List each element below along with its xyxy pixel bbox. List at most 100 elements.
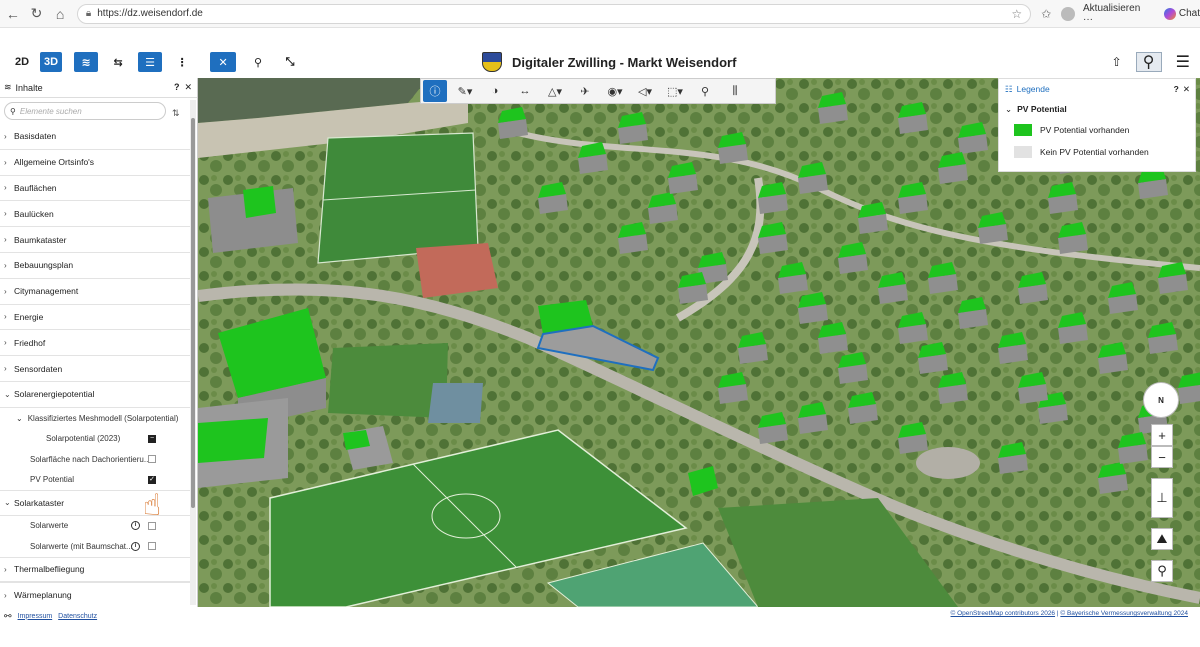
legend-close-icon[interactable]: ✕ xyxy=(1183,84,1190,95)
sidebar-item[interactable]: › Sensordaten xyxy=(0,356,190,382)
contents-sidebar: ≋ Inhalte ? ✕ ⚲ Elemente suchen ⇅ › Basisd… xyxy=(0,78,198,609)
flight-icon[interactable]: ✈ xyxy=(573,80,597,102)
layer-checkbox[interactable]: ✓ xyxy=(148,475,156,484)
menu-icon[interactable]: ☰ xyxy=(1176,52,1190,72)
overview-icon[interactable]: ⛰ xyxy=(1151,528,1173,550)
info-icon[interactable]: i xyxy=(131,521,140,531)
search-input[interactable]: ⚲ Elemente suchen xyxy=(4,102,166,120)
scrollbar-thumb[interactable] xyxy=(191,118,195,508)
legend-section[interactable]: ⌄ PV Potential xyxy=(999,99,1195,119)
sidebar-scrollbar[interactable] xyxy=(190,100,196,605)
compass-icon[interactable]: N xyxy=(1143,382,1179,418)
sidebar-item[interactable]: › Bebauungsplan xyxy=(0,253,190,279)
clipping-icon[interactable]: ⬚▾ xyxy=(663,80,687,102)
legend-item-label: Kein PV Potential vorhanden xyxy=(1040,147,1149,157)
share-icon[interactable]: ⇧ xyxy=(1112,55,1122,69)
sidebar-item-label: Sensordaten xyxy=(14,363,63,374)
zoom-in-button[interactable]: + xyxy=(1151,424,1173,446)
legend-help-icon[interactable]: ? xyxy=(1174,84,1179,95)
chevron-right-icon: › xyxy=(4,312,7,322)
chevron-right-icon: › xyxy=(4,590,7,600)
impressum-link[interactable]: Impressum xyxy=(18,613,53,620)
info-icon[interactable]: ⓘ xyxy=(423,80,447,102)
measure-area-icon[interactable]: △▾ xyxy=(543,80,567,102)
sidebar-item[interactable]: › Allgemeine Ortsinfo's xyxy=(0,150,190,176)
sidebar-item[interactable]: › Energie xyxy=(0,305,190,331)
search-icon[interactable]: ⚲ xyxy=(1135,52,1162,72)
chevron-right-icon: › xyxy=(4,364,7,374)
mode-3d-button[interactable]: 3D xyxy=(40,52,63,72)
draw-tool-icon[interactable]: ✎▾ xyxy=(453,80,477,102)
expand-arrows-icon[interactable]: ⤡ xyxy=(280,52,300,72)
chat-button[interactable]: Chat xyxy=(1163,7,1200,20)
sidebar-subitem[interactable]: PV Potential ✓ xyxy=(0,469,190,490)
sidebar-title: Inhalte xyxy=(15,82,43,93)
sidebar-subitem-label: PV Potential xyxy=(30,475,75,485)
header-tools: ⇧ ⚲ ☰ xyxy=(1112,52,1190,72)
layer-checkbox[interactable]: − xyxy=(148,434,156,443)
map-attribution: © OpenStreetMap contributors 2026 | © Ba… xyxy=(950,610,1188,617)
help-icon[interactable]: ? xyxy=(174,82,180,93)
sidebar-item-label: Citymanagement xyxy=(14,286,79,297)
reload-icon[interactable]: ↻ xyxy=(26,3,48,25)
osm-attribution[interactable]: © OpenStreetMap contributors 2026 xyxy=(951,610,1056,617)
sidebar-subitem[interactable]: Solarfläche nach Dachorientieru... xyxy=(0,449,190,470)
sidebar-item-label: Bauflächen xyxy=(14,182,57,193)
sidebar-item[interactable]: › Bauflächen xyxy=(0,176,190,202)
sidebar-subitem[interactable]: Solarwerte i xyxy=(0,516,190,537)
layer-checkbox[interactable] xyxy=(148,521,156,530)
sidebar-item-label: Friedhof xyxy=(14,337,46,348)
datenschutz-link[interactable]: Datenschutz xyxy=(58,613,97,620)
sidebar-subitem[interactable]: ⌄ Klassifiziertes Meshmodell (Solarpotent… xyxy=(0,408,190,429)
profile-avatar[interactable] xyxy=(1061,6,1075,21)
zoom-out-button[interactable]: − xyxy=(1151,446,1173,468)
sidebar-subitem[interactable]: Solarwerte (mit Baumschat... i xyxy=(0,536,190,557)
sidebar-item[interactable]: › Friedhof xyxy=(0,330,190,357)
locate-icon[interactable]: ⚲ xyxy=(1151,560,1173,582)
sidebar-item[interactable]: › Baulücken xyxy=(0,201,190,228)
chevron-right-icon: › xyxy=(4,235,7,245)
home-icon[interactable]: ⌂ xyxy=(49,3,71,25)
close-icon[interactable]: ✕ xyxy=(184,82,192,93)
browser-bar: ← ↻ ⌂ 🔒︎ https://dz.weisendorf.de ☆ ✩ Ak… xyxy=(0,0,1200,28)
layer-checkbox[interactable] xyxy=(148,455,156,464)
map-book-icon[interactable]: ⇆ xyxy=(108,52,128,72)
sidebar-item[interactable]: › Baumkataster xyxy=(0,227,190,253)
profile-tool-icon[interactable]: ⫼ xyxy=(723,80,747,102)
legend-panel: ☷ Legende ? ✕ ⌄ PV Potential PV Potential… xyxy=(998,78,1196,172)
shadow-icon[interactable]: ◑ xyxy=(483,80,507,102)
sidebar-item[interactable]: › Citymanagement xyxy=(0,279,190,305)
measure-distance-icon[interactable]: ↔ xyxy=(513,80,537,102)
pin-tool-icon[interactable]: ⚲ xyxy=(693,80,717,102)
tools-icon[interactable]: ✕ xyxy=(210,52,237,72)
sidebar-item[interactable]: › Thermalbefliegung xyxy=(0,556,190,583)
mode-2d-button[interactable]: 2D xyxy=(12,52,32,72)
legend-title: Legende xyxy=(1016,84,1050,94)
sidebar-item[interactable]: ⌄ Solarenergiepotential xyxy=(0,382,190,408)
layers-icon[interactable]: ≋ xyxy=(74,52,99,72)
sidebar-item[interactable]: ⌄ Solarkataster xyxy=(0,489,190,516)
more-vertical-icon[interactable]: ⋮ xyxy=(172,52,192,72)
transparency-icon[interactable]: ◁▾ xyxy=(633,80,657,102)
back-icon[interactable]: ← xyxy=(2,3,24,25)
favorites-icon[interactable]: ✩ xyxy=(1041,7,1051,21)
network-icon: ⚯ xyxy=(4,610,12,621)
favorite-star-icon[interactable]: ☆ xyxy=(1011,7,1022,21)
legend-list-icon[interactable]: ☰ xyxy=(138,52,163,72)
sidebar-subitem[interactable]: Solarpotential (2023) − xyxy=(0,428,190,449)
address-bar[interactable]: 🔒︎ https://dz.weisendorf.de ☆ xyxy=(76,3,1032,24)
sort-icon[interactable]: ⇅ xyxy=(172,108,180,119)
sidebar-item[interactable]: › Wärmeplanung xyxy=(0,582,190,609)
layers-small-icon: ≋ xyxy=(4,82,12,92)
tilt-slider-icon[interactable]: ⊥ xyxy=(1151,478,1173,518)
update-button[interactable]: Aktualisieren ··· xyxy=(1083,3,1152,25)
layer-checkbox[interactable] xyxy=(148,542,156,551)
legend-swatch xyxy=(1014,146,1032,158)
info-icon[interactable]: i xyxy=(131,541,140,551)
legend-items: PV Potential vorhanden Kein PV Potential … xyxy=(999,119,1195,163)
location-pin-icon[interactable]: ⚲ xyxy=(248,52,268,72)
sidebar-item-label: Allgemeine Ortsinfo's xyxy=(14,157,95,168)
viewshed-icon[interactable]: ◉▾ xyxy=(603,80,627,102)
bvv-attribution[interactable]: © Bayerische Vermessungsverwaltung 2024 xyxy=(1060,610,1188,617)
sidebar-item[interactable]: › Basisdaten xyxy=(0,124,190,150)
